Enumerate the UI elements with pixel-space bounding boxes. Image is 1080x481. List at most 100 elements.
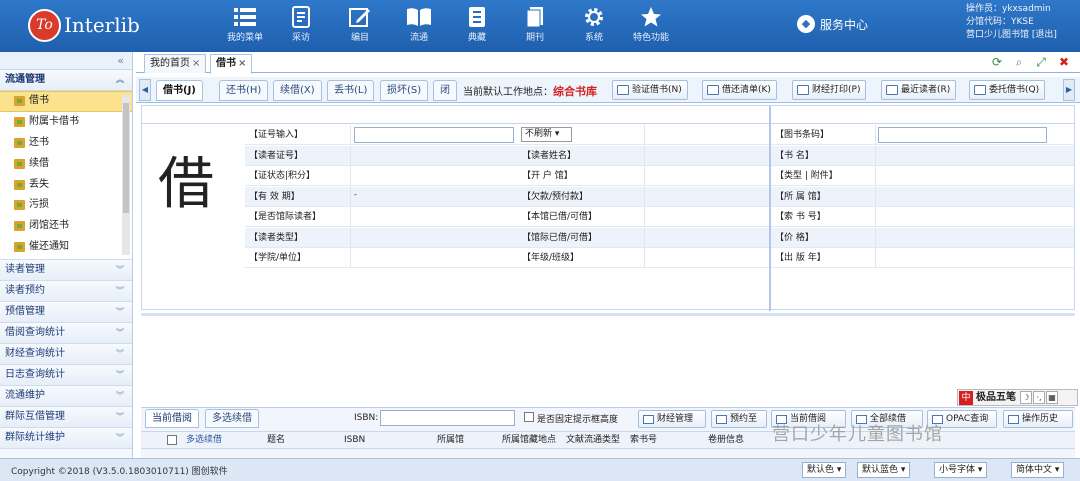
card-number-input[interactable] — [354, 127, 514, 143]
reserve-button[interactable]: 预约至 — [711, 410, 767, 428]
recent-readers-button[interactable]: 最近读者(R) — [881, 80, 957, 100]
value-cell — [350, 187, 517, 207]
service-center-link[interactable]: ◆ 服务中心 — [797, 15, 868, 33]
logout-link[interactable]: [退出] — [1032, 30, 1057, 40]
refresh-select[interactable]: 不刷新 ▾ — [521, 127, 572, 142]
maximize-icon[interactable]: ⤢ — [1034, 55, 1048, 69]
col-call-number[interactable]: 索书号 — [630, 433, 657, 447]
tab-home[interactable]: 我的首页 × — [144, 54, 207, 73]
sidebar-item-damaged[interactable]: 污损 — [0, 195, 132, 216]
sidebar-section-circulation[interactable]: 流通管理 ︽ — [0, 70, 132, 91]
sidebar-item-return[interactable]: 还书 — [0, 133, 132, 154]
keyboard-icon[interactable]: ▦ — [1046, 391, 1058, 404]
sidebar-section[interactable]: 借阅查询统计 ︾ — [0, 323, 132, 344]
col-isbn[interactable]: ISBN — [344, 433, 365, 447]
sidebar-section[interactable]: 群际统计维护 ︾ — [0, 428, 132, 449]
sidebar-section[interactable]: 群际互借管理 ︾ — [0, 407, 132, 428]
select-all-checkbox[interactable] — [167, 435, 177, 445]
sidebar-item-label: 借书 — [29, 95, 49, 107]
sidebar-section[interactable]: 流通维护 ︾ — [0, 386, 132, 407]
ime-toolbar[interactable]: 中 极品五笔 ☽ ·, ▦ — [957, 389, 1078, 406]
col-circulation-type[interactable]: 文献流通类型 — [566, 433, 620, 447]
copyright-text: Copyright ©2018 (V3.5.0.1803010711) 图创软件 — [11, 467, 228, 477]
sidebar-section[interactable]: 日志查询统计 ︾ — [0, 365, 132, 386]
nav-collection[interactable]: 典藏 — [453, 4, 501, 48]
book-icon — [1008, 414, 1019, 424]
punctuation-icon[interactable]: ·, — [1033, 391, 1045, 404]
value-cell — [644, 125, 769, 145]
value-cell — [875, 187, 1074, 207]
sidebar-section[interactable]: 读者预约 ︾ — [0, 281, 132, 302]
close-icon[interactable]: × — [192, 58, 200, 69]
nav-cataloging[interactable]: 编目 — [336, 4, 384, 48]
label-publish-year: 【出 版 年】 — [775, 253, 826, 263]
tab-damage-s[interactable]: 损坏(S) — [380, 80, 429, 101]
tab-renew-x[interactable]: 续借(X) — [273, 80, 322, 101]
finance-print-button[interactable]: 财经打印(P) — [792, 80, 867, 100]
sidebar-item-label: 催还通知 — [29, 240, 69, 252]
book-icon — [974, 85, 986, 95]
tab-current-loans[interactable]: 当前借阅 — [145, 409, 199, 428]
col-volume-info[interactable]: 卷册信息 — [708, 433, 744, 447]
nav-label: 特色功能 — [632, 33, 669, 43]
moon-icon[interactable]: ☽ — [1020, 391, 1032, 404]
operation-history-button[interactable]: 操作历史 — [1003, 410, 1073, 428]
isbn-input[interactable] — [380, 410, 515, 426]
sidebar-item-attached-card-borrow[interactable]: 附属卡借书 — [0, 112, 132, 133]
nav-circulation[interactable]: 流通 — [395, 4, 443, 48]
sidebar: « 流通管理 ︽ 借书 附属卡借书 还书 续借 丢失 污损 闭馆还书 催还通知 读… — [0, 52, 133, 458]
col-location[interactable]: 所属馆藏地点 — [502, 433, 556, 447]
sidebar-section[interactable]: 预借管理 ︾ — [0, 302, 132, 323]
sidebar-item-label: 污损 — [29, 199, 49, 211]
refresh-icon[interactable]: ⟳ — [990, 55, 1004, 69]
value-cell — [350, 166, 517, 186]
col-title[interactable]: 题名 — [267, 433, 285, 447]
operator-info: 操作员：ykxsadmin 分馆代码：YKSE 营口少儿图书馆 [退出] — [966, 3, 1057, 42]
theme-select[interactable]: 默认蓝色 ▾ — [857, 462, 911, 478]
label-reader-card: 【读者证号】 — [249, 151, 304, 161]
sidebar-collapse-button[interactable]: « — [0, 52, 132, 70]
finance-manage-button[interactable]: 财经管理 — [638, 410, 706, 428]
sidebar-section[interactable]: 读者管理 ︾ — [0, 260, 132, 281]
sidebar-section[interactable]: 财经查询统计 ︾ — [0, 344, 132, 365]
close-icon[interactable]: × — [238, 58, 246, 69]
sidebar-scrollbar[interactable] — [122, 95, 130, 255]
sidebar-item-lost[interactable]: 丢失 — [0, 174, 132, 195]
value-cell — [875, 248, 1074, 268]
tab-borrow-j[interactable]: 借书(J) — [156, 80, 203, 101]
ime-chinese-mode[interactable]: 中 — [959, 390, 973, 405]
sidebar-item-list: 借书 附属卡借书 还书 续借 丢失 污损 闭馆还书 催还通知 — [0, 91, 132, 260]
tab-multi-renew[interactable]: 多选续借 — [205, 409, 259, 428]
font-size-select[interactable]: 小号字体 ▾ — [934, 462, 988, 478]
language-select[interactable]: 简体中文 ▾ — [1011, 462, 1065, 478]
section-divider — [141, 313, 1075, 316]
label-validity: 【有 效 期】 — [249, 192, 300, 202]
color-select[interactable]: 默认色 ▾ — [802, 462, 847, 478]
nav-acquisition[interactable]: 采访 — [277, 4, 325, 48]
sidebar-item-renew[interactable]: 续借 — [0, 153, 132, 174]
tab-lost-l[interactable]: 丢书(L) — [327, 80, 375, 101]
sidebar-item-overdue-notice[interactable]: 催还通知 — [0, 237, 132, 258]
nav-system[interactable]: 系统 — [570, 4, 618, 48]
col-library[interactable]: 所属馆 — [437, 433, 464, 447]
tab-scroll-left-icon[interactable]: ◀ — [139, 79, 151, 101]
sidebar-item-borrow[interactable]: 借书 — [0, 91, 132, 112]
col-multi-renew[interactable]: 多选续借 — [186, 433, 222, 447]
close-all-icon[interactable]: ✖ — [1057, 55, 1071, 69]
tab-return-h[interactable]: 还书(H) — [219, 80, 269, 101]
nav-periodical[interactable]: 期刊 — [511, 4, 559, 48]
book-barcode-input[interactable] — [878, 127, 1047, 143]
nav-my-menu[interactable]: 我的菜单 — [221, 4, 269, 48]
tab-borrow[interactable]: 借书 × — [210, 54, 253, 74]
verify-borrow-button[interactable]: 验证借书(N) — [612, 80, 688, 100]
borrow-return-list-button[interactable]: 借还清单(K) — [702, 80, 777, 100]
label-debt-prepaid: 【欠款/预付款】 — [522, 192, 589, 202]
scrollbar-thumb[interactable] — [123, 103, 129, 213]
tab-scroll-right-icon[interactable]: ▶ — [1063, 79, 1075, 101]
delegate-borrow-button[interactable]: 委托借书(Q) — [969, 80, 1046, 100]
tab-closed-return[interactable]: 闭 — [433, 80, 457, 101]
fixed-height-checkbox[interactable] — [524, 412, 534, 422]
search-icon[interactable]: ⌕ — [1012, 55, 1026, 69]
sidebar-item-closed-return[interactable]: 闭馆还书 — [0, 216, 132, 237]
nav-features[interactable]: 特色功能 — [627, 4, 675, 48]
